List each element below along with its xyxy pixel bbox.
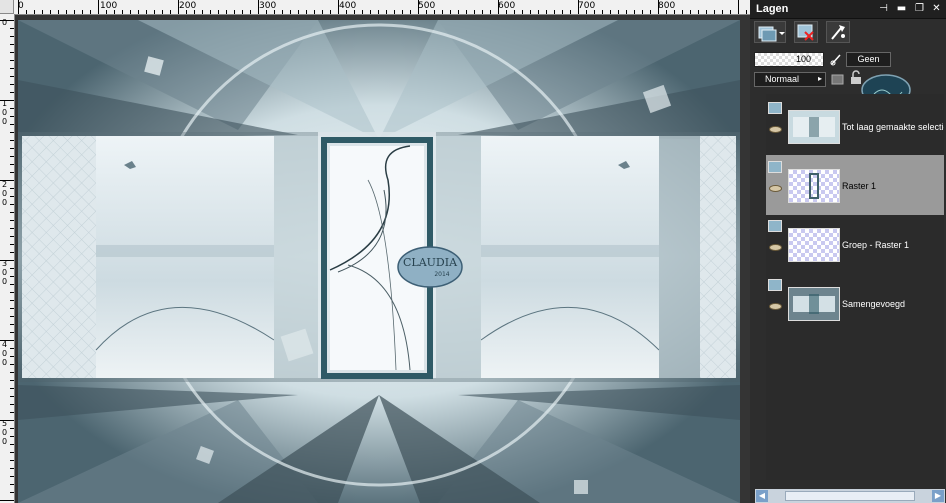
panel-title: Lagen: [756, 3, 789, 15]
ruler-left: 0 100 200 300 400 500: [0, 14, 15, 503]
lock-transparency-icon[interactable]: [830, 71, 846, 87]
delete-layer-icon: [797, 24, 814, 41]
eye-icon[interactable]: [769, 185, 782, 192]
eye-icon[interactable]: [769, 126, 782, 133]
artwork: CLAUDIA 2014: [18, 20, 740, 503]
layer-type-icon: [768, 220, 782, 232]
layer-thumbnail: [788, 287, 840, 321]
layer-row[interactable]: Groep - Raster 1: [766, 214, 944, 274]
scroll-left-icon[interactable]: ◀: [756, 490, 768, 502]
watermark-text: CLAUDIA: [403, 256, 458, 269]
close-icon[interactable]: ✕: [931, 3, 942, 14]
ruler-corner: [0, 0, 14, 14]
layer-thumbnail: [788, 110, 840, 144]
layer-thumbnail: [788, 169, 840, 203]
image-canvas[interactable]: CLAUDIA 2014: [18, 20, 740, 503]
delete-layer-button[interactable]: [794, 21, 818, 43]
layer-properties-button[interactable]: [826, 21, 850, 43]
eye-icon[interactable]: [769, 303, 782, 310]
scroll-right-icon[interactable]: ▶: [932, 490, 944, 502]
image-workspace[interactable]: 0 100 200 300 400 500 600 700 800 0 100 …: [0, 0, 750, 503]
panel-horizontal-scrollbar[interactable]: ◀ ▶: [755, 489, 945, 503]
scroll-thumb[interactable]: [785, 491, 915, 501]
layer-type-icon: [768, 161, 782, 173]
layer-type-icon: [768, 279, 782, 291]
layers-panel: Lagen ⊣ ▬ ❐ ✕ 100 Geen Normaal ▸ Tot laa…: [750, 0, 946, 503]
layer-properties-icon: [831, 25, 845, 40]
layer-type-icon: [768, 102, 782, 114]
layer-name: Tot laag gemaakte selectie: [842, 122, 944, 132]
new-layer-icon: [758, 26, 785, 42]
ruler-ticks: [0, 20, 14, 501]
ruler-top: 0 100 200 300 400 500 600 700 800: [14, 0, 750, 15]
watermark-year: 2014: [434, 271, 449, 278]
layer-thumbnail: [788, 228, 840, 262]
layer-name: Samengevoegd: [842, 299, 906, 309]
layer-row[interactable]: Tot laag gemaakte selectie: [766, 96, 944, 156]
mask-button[interactable]: Geen: [846, 52, 891, 67]
layers-toolbar: [754, 21, 942, 47]
ruler-ticks: [18, 0, 747, 14]
eye-icon[interactable]: [769, 244, 782, 251]
layer-name: Raster 1: [842, 181, 877, 191]
mask-brush-icon[interactable]: [830, 52, 844, 66]
restore-icon[interactable]: ❐: [914, 3, 925, 14]
pin-icon[interactable]: ⊣: [878, 3, 889, 14]
layer-row[interactable]: Raster 1: [766, 155, 944, 215]
blend-mode-select[interactable]: Normaal: [754, 72, 826, 87]
panel-title-bar[interactable]: Lagen ⊣ ▬ ❐ ✕: [750, 0, 946, 19]
layer-name: Groep - Raster 1: [842, 240, 910, 250]
minimize-icon[interactable]: ▬: [896, 3, 907, 14]
layer-row[interactable]: Samengevoegd: [766, 273, 944, 333]
opacity-field[interactable]: 100: [754, 52, 824, 67]
layer-list: Tot laag gemaakte selectie Raster 1 Groe…: [766, 94, 944, 480]
new-layer-button[interactable]: [754, 21, 786, 43]
blend-dropdown-icon[interactable]: ▸: [818, 74, 824, 84]
